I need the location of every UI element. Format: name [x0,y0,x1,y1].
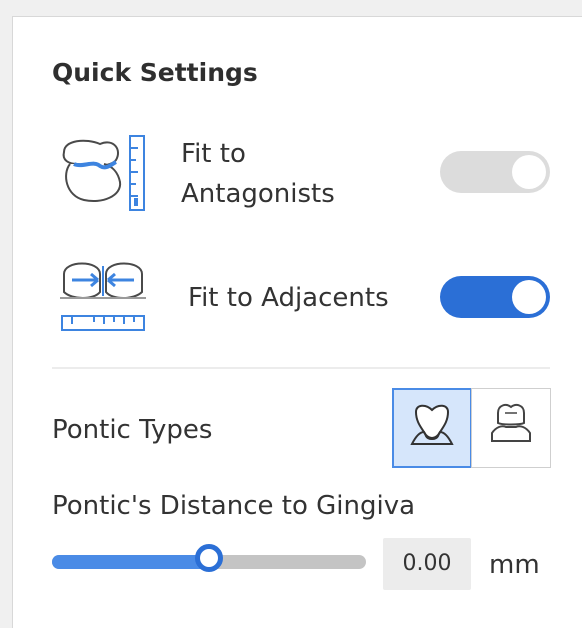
section-divider [52,367,550,369]
adjacent-teeth-icon [60,262,146,331]
fit-antagonists-toggle[interactable] [440,151,550,193]
fit-adjacents-label: Fit to Adjacents [188,283,389,313]
pontic-type-option-2[interactable] [471,388,551,468]
slider-thumb[interactable] [195,544,223,572]
panel-title: Quick Settings [52,58,258,87]
unit-label: mm [489,550,540,580]
pontic-modified-icon [491,404,531,442]
toggle-knob [512,280,546,314]
fit-antagonists-label: Fit to Antagonists [181,139,335,209]
pontic-saddle-icon [410,404,454,445]
pontic-types-label: Pontic Types [52,415,213,445]
slider-fill [52,555,209,569]
gingiva-distance-label: Pontic's Distance to Gingiva [52,491,416,521]
pontic-type-option-1[interactable] [392,388,472,468]
gingiva-distance-slider[interactable] [52,544,366,572]
antagonist-tooth-icon [62,135,145,211]
gingiva-distance-input[interactable]: 0.00 [383,538,471,590]
fit-adjacents-toggle[interactable] [440,276,550,318]
toggle-knob [512,155,546,189]
